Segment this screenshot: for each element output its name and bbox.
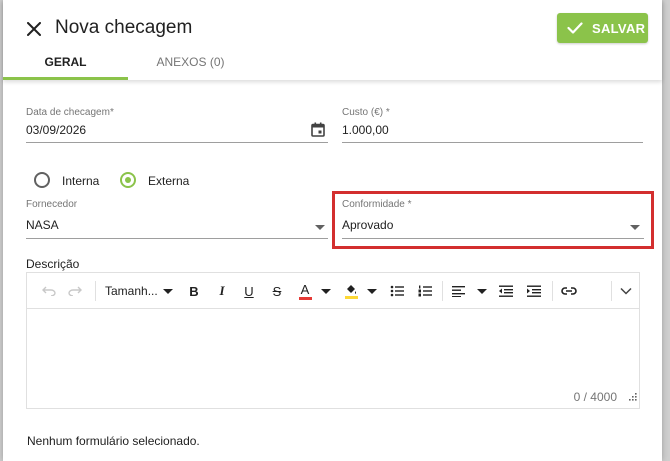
link-button[interactable] (558, 281, 580, 301)
font-size-dropdown-icon[interactable] (163, 289, 173, 294)
underline-button[interactable]: U (239, 281, 259, 301)
editor-toolbar: Tamanh... B I U S A (27, 273, 639, 309)
conformity-dropdown-icon[interactable] (630, 225, 640, 230)
conformity-underline (342, 238, 644, 239)
redo-button[interactable] (65, 281, 85, 301)
underline-icon: U (244, 283, 254, 299)
cost-underline (342, 142, 643, 143)
highlight-color-button[interactable] (341, 281, 361, 301)
outdent-button[interactable] (496, 281, 516, 301)
highlight-color-dropdown-icon[interactable] (367, 289, 377, 294)
highlight-color-indicator (344, 295, 358, 299)
undo-icon (42, 286, 56, 296)
save-button-label: SALVAR (592, 20, 646, 36)
indent-icon (527, 285, 541, 297)
supplier-label: Fornecedor (26, 199, 78, 210)
text-color-indicator (298, 296, 312, 300)
align-dropdown-icon[interactable] (477, 289, 487, 294)
tab-geral[interactable]: GERAL (3, 44, 128, 80)
radio-externa[interactable] (120, 172, 136, 188)
text-color-dropdown-icon[interactable] (321, 289, 331, 294)
supplier-select[interactable]: NASA (26, 218, 59, 232)
active-tab-indicator (3, 77, 128, 80)
conformity-select[interactable]: Aprovado (342, 218, 393, 232)
description-editor[interactable]: Tamanh... B I U S A 0 / 4000 (26, 272, 640, 409)
bold-icon: B (189, 283, 199, 299)
character-counter: 0 / 4000 (573, 390, 617, 404)
align-button[interactable] (449, 281, 469, 301)
text-color-button[interactable]: A (295, 281, 315, 301)
close-icon (27, 22, 41, 36)
calendar-icon (311, 122, 325, 137)
italic-icon: I (219, 283, 225, 298)
date-label: Data de checagem* (26, 107, 114, 118)
radio-interna[interactable] (34, 172, 50, 188)
supplier-dropdown-icon[interactable] (315, 225, 325, 230)
resize-handle[interactable] (628, 388, 637, 406)
calendar-button[interactable] (311, 122, 325, 142)
date-input[interactable]: 03/09/2026 (26, 123, 86, 137)
radio-externa-label: Externa (148, 174, 190, 188)
numbered-list-icon (418, 285, 432, 297)
indent-button[interactable] (524, 281, 544, 301)
toolbar-separator (611, 281, 612, 301)
fill-bucket-icon (347, 284, 356, 294)
supplier-underline (26, 238, 328, 239)
toolbar-expand-button[interactable] (616, 281, 636, 301)
strikethrough-button[interactable]: S (267, 281, 287, 301)
bold-button[interactable]: B (184, 281, 204, 301)
chevron-down-icon (620, 287, 632, 295)
font-size-label: Tamanh... (105, 284, 158, 298)
dialog-header: Nova checagem SALVAR GERAL ANEXOS (0) (3, 0, 662, 80)
italic-button[interactable]: I (212, 281, 232, 301)
outdent-icon (499, 285, 513, 297)
text-color-icon: A (300, 281, 310, 297)
radio-interna-label: Interna (62, 174, 100, 188)
strikethrough-icon: S (272, 283, 282, 299)
description-label: Descrição (26, 257, 80, 271)
toolbar-separator (442, 281, 443, 301)
nova-checagem-dialog: Nova checagem SALVAR GERAL ANEXOS (0) Da… (3, 0, 662, 461)
date-underline (26, 142, 328, 143)
resize-grip-icon (629, 393, 637, 401)
conformity-label: Conformidade * (342, 199, 412, 210)
tab-anexos[interactable]: ANEXOS (0) (128, 44, 253, 80)
backdrop-scroll (662, 0, 670, 461)
align-left-icon (452, 286, 465, 297)
cost-label: Custo (€) * (342, 107, 390, 118)
bullet-list-button[interactable] (387, 281, 407, 301)
dialog-title: Nova checagem (55, 17, 193, 38)
bullet-list-icon (390, 285, 404, 297)
undo-button[interactable] (39, 281, 59, 301)
save-button[interactable]: SALVAR (557, 13, 648, 43)
close-button[interactable] (21, 16, 47, 42)
link-icon (561, 287, 577, 295)
check-icon (567, 22, 583, 34)
cost-input[interactable]: 1.000,00 (342, 123, 389, 137)
redo-icon (68, 286, 82, 296)
numbered-list-button[interactable] (415, 281, 435, 301)
toolbar-separator (552, 281, 553, 301)
no-form-message: Nenhum formulário selecionado. (27, 434, 200, 448)
toolbar-separator (95, 281, 96, 301)
